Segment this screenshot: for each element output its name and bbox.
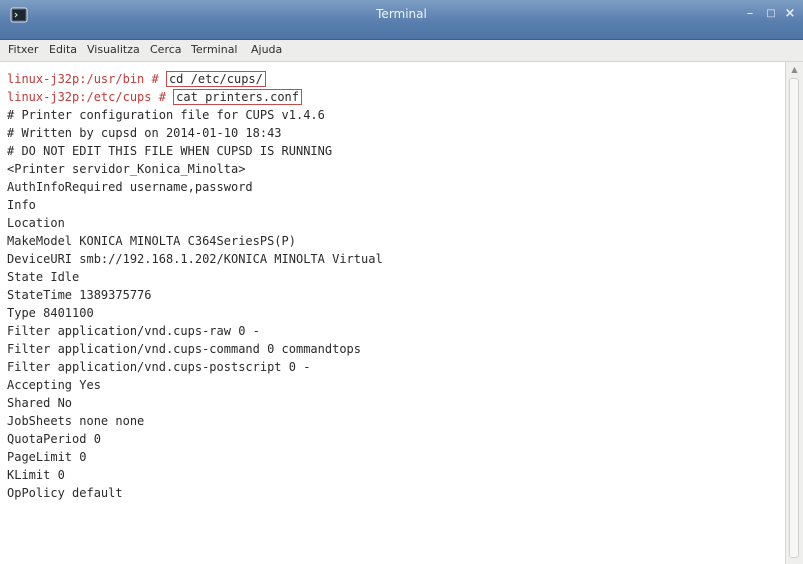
output-line: # DO NOT EDIT THIS FILE WHEN CUPSD IS RU… bbox=[7, 144, 333, 158]
output-line: Info bbox=[7, 198, 36, 212]
output-line: MakeModel KONICA MINOLTA C364SeriesPS(P) bbox=[7, 234, 296, 248]
shell-prompt: linux-j32p:/usr/bin # bbox=[7, 72, 166, 86]
menu-bar: Fitxer Edita Visualitza Cerca Terminal A… bbox=[0, 40, 803, 62]
minimize-button[interactable]: – bbox=[742, 6, 758, 22]
window-title: Terminal bbox=[376, 7, 427, 21]
output-line: Shared No bbox=[7, 396, 73, 410]
maximize-button[interactable]: □ bbox=[763, 6, 779, 22]
terminal-window: Terminal – □ × Fitxer Edita Visualitza C… bbox=[0, 0, 803, 564]
terminal-output[interactable]: linux-j32p:/usr/bin # cd /etc/cups/ linu… bbox=[0, 62, 785, 564]
output-line: <Printer servidor_Konica_Minolta> bbox=[7, 162, 246, 176]
output-line: # Written by cupsd on 2014-01-10 18:43 bbox=[7, 126, 282, 140]
output-line: KLimit 0 bbox=[7, 468, 65, 482]
output-line: DeviceURI smb://192.168.1.202/KONICA MIN… bbox=[7, 252, 383, 266]
output-line: Location bbox=[7, 216, 65, 230]
output-line: OpPolicy default bbox=[7, 486, 123, 500]
menu-edita[interactable]: Edita bbox=[49, 43, 77, 56]
scrollbar-thumb[interactable] bbox=[789, 78, 799, 558]
output-line: JobSheets none none bbox=[7, 414, 145, 428]
output-line: State Idle bbox=[7, 270, 80, 284]
output-line: Filter application/vnd.cups-raw 0 - bbox=[7, 324, 260, 338]
output-line: StateTime 1389375776 bbox=[7, 288, 152, 302]
output-line: Type 8401100 bbox=[7, 306, 94, 320]
menu-cerca[interactable]: Cerca bbox=[150, 43, 182, 56]
output-line: PageLimit 0 bbox=[7, 450, 87, 464]
command-cat: cat printers.conf bbox=[173, 89, 302, 105]
output-line: Filter application/vnd.cups-command 0 co… bbox=[7, 342, 362, 356]
menu-ajuda[interactable]: Ajuda bbox=[251, 43, 282, 56]
vertical-scrollbar[interactable]: ▲ bbox=[785, 62, 803, 564]
menu-terminal[interactable]: Terminal bbox=[191, 43, 238, 56]
output-line: QuotaPeriod 0 bbox=[7, 432, 101, 446]
menu-fitxer[interactable]: Fitxer bbox=[8, 43, 38, 56]
output-line: Filter application/vnd.cups-postscript 0… bbox=[7, 360, 311, 374]
close-button[interactable]: × bbox=[782, 6, 798, 22]
command-cd: cd /etc/cups/ bbox=[165, 71, 266, 87]
title-bar[interactable]: Terminal – □ × bbox=[0, 0, 803, 40]
command-line-2: linux-j32p:/etc/cups # cat printers.conf bbox=[7, 88, 302, 106]
command-line-1: linux-j32p:/usr/bin # cd /etc/cups/ bbox=[7, 70, 266, 88]
output-line: Accepting Yes bbox=[7, 378, 101, 392]
output-line: AuthInfoRequired username,password bbox=[7, 180, 253, 194]
scroll-up-arrow-icon[interactable]: ▲ bbox=[789, 64, 800, 75]
shell-prompt: linux-j32p:/etc/cups # bbox=[7, 90, 174, 104]
output-line: # Printer configuration file for CUPS v1… bbox=[7, 108, 325, 122]
menu-visualitza[interactable]: Visualitza bbox=[87, 43, 140, 56]
